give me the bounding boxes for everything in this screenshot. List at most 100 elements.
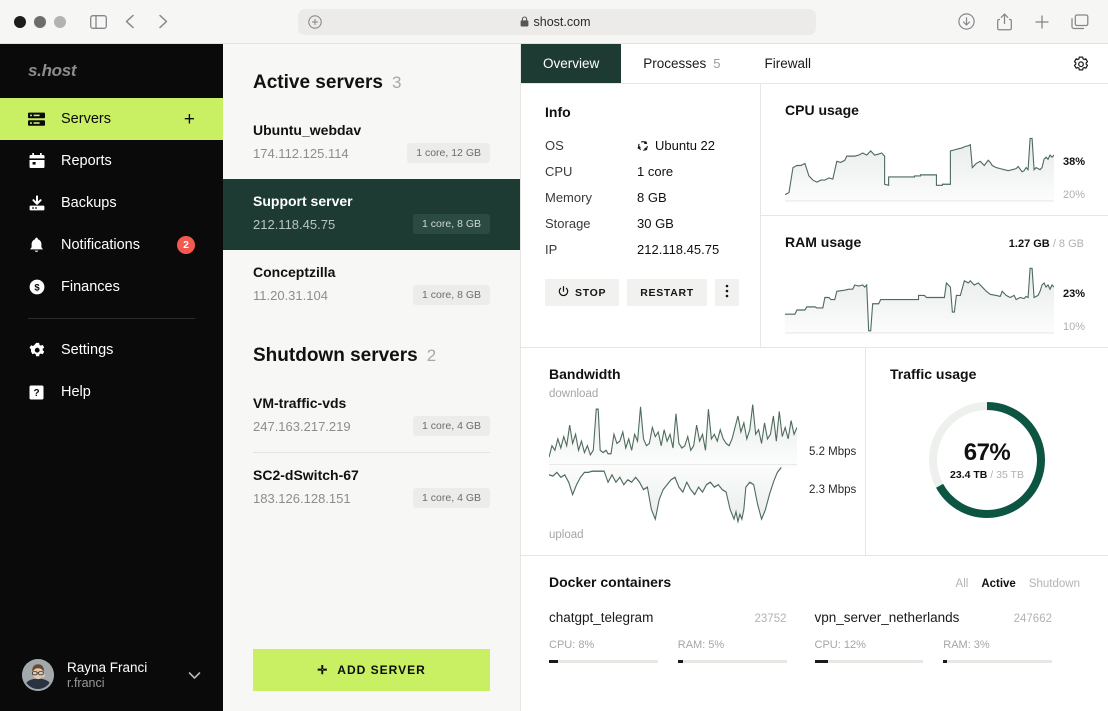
cpu-usage-sparkline — [785, 128, 1054, 203]
container-ram-fill — [677, 660, 684, 663]
server-spec-badge: 1 core, 4 GB — [413, 488, 490, 508]
container-ram-fill — [943, 660, 947, 663]
info-value: 30 GB — [637, 216, 674, 231]
server-list-item[interactable]: Conceptzilla 11.20.31.104 1 core, 8 GB — [223, 250, 520, 321]
filter-all[interactable]: All — [956, 578, 969, 590]
container-id: 247662 — [1013, 613, 1052, 625]
upload-rate: 2.3 Mbps — [809, 484, 857, 496]
docker-container-item[interactable]: vpn_server_netherlands 247662 CPU: 12% R… — [814, 610, 1081, 663]
download-icon[interactable] — [952, 8, 980, 36]
forward-icon[interactable] — [148, 8, 176, 36]
overview-grid: Info OS Ubuntu 22 CPU 1 core Memory 8 GB… — [521, 84, 1108, 711]
download-label: download — [549, 388, 599, 400]
notifications-badge: 2 — [177, 236, 195, 254]
question-square-icon: ? — [28, 384, 45, 401]
usage-column: CPU usage 38% 20% RAM usage 1.27 GB / 8 … — [761, 84, 1108, 347]
server-list-panel: Active servers 3 Ubuntu_webdav 174.112.1… — [223, 44, 521, 711]
sidebar-toggle-icon[interactable] — [84, 8, 112, 36]
maximize-window-button[interactable] — [54, 15, 66, 28]
server-icon — [28, 111, 45, 128]
share-icon[interactable] — [990, 8, 1018, 36]
add-server-plus-icon[interactable]: + — [184, 110, 195, 129]
back-icon[interactable] — [116, 8, 144, 36]
shutdown-servers-count: 2 — [426, 346, 437, 365]
user-profile[interactable]: Rayna Franci r.franci — [0, 645, 223, 711]
app-logo[interactable]: s.host — [0, 44, 223, 98]
info-key: Memory — [545, 190, 592, 205]
svg-text:?: ? — [33, 388, 39, 399]
sidebar-item-label: Servers — [61, 111, 111, 127]
server-name: Conceptzilla — [253, 264, 336, 280]
address-bar[interactable]: shost.com — [298, 8, 816, 35]
info-value: 1 core — [637, 164, 674, 179]
container-ram-label: RAM: 3% — [943, 639, 990, 651]
minimize-window-button[interactable] — [34, 15, 46, 28]
server-ip: 183.126.128.151 — [253, 490, 351, 506]
backup-icon — [28, 195, 45, 212]
stop-button[interactable]: STOP — [545, 279, 620, 306]
sidebar-item-servers[interactable]: Servers + — [0, 98, 223, 140]
tab-label: Processes — [643, 56, 707, 71]
download-sparkline — [549, 400, 797, 464]
tab-count: 5 — [713, 56, 721, 71]
upload-sparkline — [549, 465, 797, 529]
container-name: vpn_server_netherlands — [814, 610, 960, 625]
tab-overview[interactable]: Overview — [521, 44, 622, 83]
server-list-item[interactable]: SC2-dSwitch-67 183.126.128.151 1 core, 4… — [223, 453, 520, 524]
url-text: shost.com — [533, 14, 591, 29]
filter-active[interactable]: Active — [981, 578, 1016, 590]
sidebar-item-backups[interactable]: Backups — [0, 182, 223, 224]
server-list-item[interactable]: VM-traffic-vds 247.163.217.219 1 core, 4… — [223, 381, 520, 452]
lock-icon — [520, 16, 529, 27]
bandwidth-card: Bandwidth download upload 5.2 Mbps 2.3 M… — [521, 348, 866, 555]
new-tab-icon[interactable] — [1028, 8, 1056, 36]
sidebar-item-help[interactable]: ? Help — [0, 371, 223, 413]
filter-shutdown[interactable]: Shutdown — [1029, 578, 1080, 590]
server-ip: 174.112.125.114 — [253, 145, 349, 161]
bandwidth-charts: download upload — [549, 388, 797, 541]
server-list-item[interactable]: Support server 212.118.45.75 1 core, 8 G… — [223, 179, 520, 250]
restart-button[interactable]: RESTART — [627, 279, 707, 306]
bell-icon — [28, 237, 45, 254]
window-traffic-lights[interactable] — [14, 15, 66, 28]
ram-usage-labels: 23% 10% — [1054, 260, 1108, 335]
tab-processes[interactable]: Processes 5 — [621, 44, 742, 83]
restart-label: RESTART — [640, 286, 694, 299]
gear-icon[interactable] — [1054, 44, 1108, 83]
server-list-item[interactable]: Ubuntu_webdav 174.112.125.114 1 core, 12… — [223, 108, 520, 179]
info-key: IP — [545, 242, 558, 257]
calendar-icon — [28, 153, 45, 170]
docker-containers-card: Docker containers All Active Shutdown ch… — [521, 556, 1108, 711]
tab-label: Overview — [543, 56, 600, 71]
stop-label: STOP — [575, 286, 607, 299]
sidebar-item-reports[interactable]: Reports — [0, 140, 223, 182]
server-name: SC2-dSwitch-67 — [253, 467, 359, 483]
container-ram-bar — [943, 660, 1052, 663]
extension-plus-icon[interactable] — [308, 14, 322, 29]
ram-usage-title: RAM usage — [785, 234, 862, 250]
sidebar-item-label: Settings — [61, 342, 114, 358]
docker-container-item[interactable]: chatgpt_telegram 23752 CPU: 8% RAM: 5% — [549, 610, 815, 663]
info-value: Ubuntu 22 — [655, 138, 715, 153]
sidebar-item-notifications[interactable]: Notifications 2 — [0, 224, 223, 266]
server-list-scroll: Active servers 3 Ubuntu_webdav 174.112.1… — [223, 44, 520, 649]
sidebar-divider — [28, 318, 195, 319]
container-cpu-metric: CPU: 12% — [814, 639, 924, 663]
info-rows: OS Ubuntu 22 CPU 1 core Memory 8 GB Stor… — [545, 138, 736, 257]
sidebar-item-settings[interactable]: Settings — [0, 329, 223, 371]
docker-title: Docker containers — [549, 574, 672, 590]
info-key: Storage — [545, 216, 591, 231]
tab-firewall[interactable]: Firewall — [743, 44, 834, 83]
container-name: chatgpt_telegram — [549, 610, 654, 625]
chevron-down-icon[interactable] — [188, 671, 201, 680]
close-window-button[interactable] — [14, 15, 26, 28]
more-actions-button[interactable] — [714, 279, 739, 306]
ram-usage-card: RAM usage 1.27 GB / 8 GB 23% 10% — [761, 215, 1108, 347]
ubuntu-icon — [637, 140, 649, 152]
sidebar-item-finances[interactable]: $ Finances — [0, 266, 223, 308]
add-server-button[interactable]: ✛ ADD SERVER — [253, 649, 490, 691]
add-server-area: ✛ ADD SERVER — [223, 649, 520, 711]
tab-overview-icon[interactable] — [1066, 8, 1094, 36]
more-icon — [725, 284, 729, 301]
